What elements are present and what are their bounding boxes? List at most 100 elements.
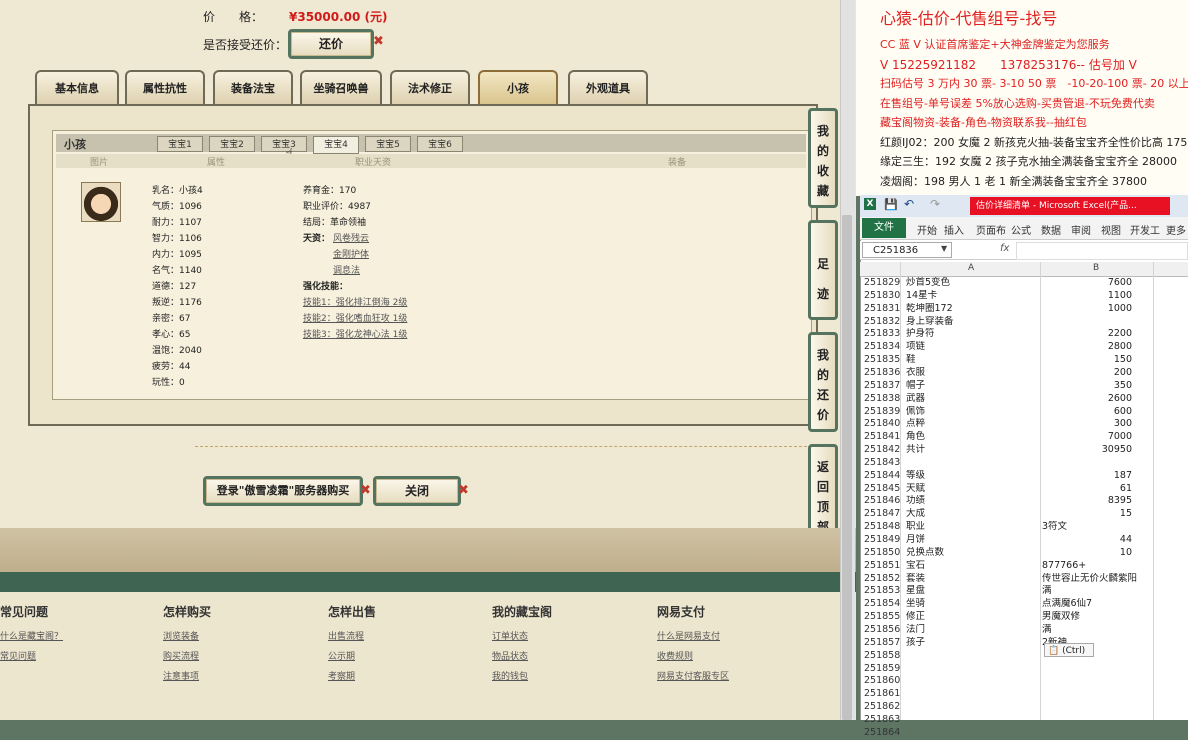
row-number[interactable]: 251850 bbox=[864, 547, 902, 560]
cell-a[interactable]: 孩子 bbox=[906, 637, 925, 650]
sheet-row[interactable]: 251859 bbox=[860, 663, 1188, 676]
cell-a[interactable]: 佩饰 bbox=[906, 406, 925, 419]
row-number[interactable]: 251841 bbox=[864, 431, 902, 444]
cell-b[interactable]: 61 bbox=[1040, 483, 1132, 496]
cell-b[interactable]: 300 bbox=[1040, 418, 1132, 431]
close-button[interactable]: 关闭 bbox=[373, 476, 461, 506]
formula-input[interactable] bbox=[1016, 242, 1188, 260]
cell-a[interactable]: 身上穿装备 bbox=[906, 316, 954, 329]
row-number[interactable]: 251836 bbox=[864, 367, 902, 380]
cell-a[interactable]: 等级 bbox=[906, 470, 925, 483]
row-number[interactable]: 251860 bbox=[864, 675, 902, 688]
sheet-row[interactable]: 251844 等级 187 bbox=[860, 470, 1188, 483]
sheet-row[interactable]: 251854 坐骑 点满魔6仙7 bbox=[860, 598, 1188, 611]
tab-baby-6[interactable]: 宝宝6 bbox=[417, 136, 463, 152]
footer-link[interactable]: 浏览装备 bbox=[163, 629, 199, 642]
row-number[interactable]: 251838 bbox=[864, 393, 902, 406]
footer-link[interactable]: 网易支付客服专区 bbox=[657, 669, 729, 682]
sheet-row[interactable]: 251860 bbox=[860, 675, 1188, 688]
tab-baby-1[interactable]: 宝宝1 bbox=[157, 136, 203, 152]
cell-b[interactable]: 1100 bbox=[1040, 290, 1132, 303]
cell-b[interactable]: 2800 bbox=[1040, 341, 1132, 354]
sheet-row[interactable]: 251851 宝石 877766+ bbox=[860, 560, 1188, 573]
row-number[interactable]: 251845 bbox=[864, 483, 902, 496]
cell-a[interactable]: 乾坤圈172 bbox=[906, 303, 953, 316]
cell-a[interactable]: 套装 bbox=[906, 573, 925, 586]
my-favorites-button[interactable]: 我的收藏 bbox=[808, 108, 838, 208]
sheet-row[interactable]: 251835 鞋 150 bbox=[860, 354, 1188, 367]
cell-a[interactable]: 项链 bbox=[906, 341, 925, 354]
cell-b[interactable]: 满 bbox=[1042, 585, 1052, 598]
cell-a[interactable]: 星盘 bbox=[906, 585, 925, 598]
cell-a[interactable]: 兑换点数 bbox=[906, 547, 944, 560]
tab-appearance[interactable]: 外观道具 bbox=[568, 70, 648, 104]
sheet-row[interactable]: 251858 bbox=[860, 650, 1188, 663]
cell-a[interactable]: 共计 bbox=[906, 444, 925, 457]
row-number[interactable]: 251834 bbox=[864, 341, 902, 354]
sheet-row[interactable]: 251864 bbox=[860, 727, 1188, 740]
tab-child[interactable]: 小孩 bbox=[478, 70, 558, 104]
sheet-row[interactable]: 251857孩子2新神 bbox=[860, 637, 1188, 650]
tab-spell-correction[interactable]: 法术修正 bbox=[390, 70, 470, 104]
chevron-down-icon[interactable]: ▼ bbox=[941, 244, 947, 253]
tab-equipment[interactable]: 装备法宝 bbox=[213, 70, 293, 104]
row-number[interactable]: 251832 bbox=[864, 316, 902, 329]
sheet-row[interactable]: 251846 功绩 8395 bbox=[860, 495, 1188, 508]
redo-icon[interactable]: ↷ bbox=[930, 197, 940, 211]
row-number[interactable]: 251844 bbox=[864, 470, 902, 483]
row-number[interactable]: 251862 bbox=[864, 701, 902, 714]
row-number[interactable]: 251858 bbox=[864, 650, 902, 663]
sheet-row[interactable]: 251839 佩饰 600 bbox=[860, 406, 1188, 419]
row-number[interactable]: 251855 bbox=[864, 611, 902, 624]
cell-b[interactable]: 10 bbox=[1040, 547, 1132, 560]
cell-a[interactable]: 角色 bbox=[906, 431, 925, 444]
tab-baby-4[interactable]: 宝宝4 bbox=[313, 136, 359, 154]
cell-b[interactable]: 8395 bbox=[1040, 495, 1132, 508]
row-number[interactable]: 251861 bbox=[864, 688, 902, 701]
sheet-row[interactable]: 251862 bbox=[860, 701, 1188, 714]
footer-link[interactable]: 什么是藏宝阁？ bbox=[0, 629, 63, 642]
row-number[interactable]: 251847 bbox=[864, 508, 902, 521]
fx-icon[interactable]: fx bbox=[1000, 243, 1009, 254]
ribbon-tab[interactable]: 公式 bbox=[1011, 222, 1031, 237]
sheet-row[interactable]: 251837 帽子 350 bbox=[860, 380, 1188, 393]
row-number[interactable]: 251853 bbox=[864, 585, 902, 598]
paste-options-button[interactable]: 📋 (Ctrl) bbox=[1044, 643, 1094, 657]
row-number[interactable]: 251829 bbox=[864, 277, 902, 290]
offer-button[interactable]: 还价 bbox=[288, 29, 374, 59]
footer-link[interactable]: 什么是网易支付 bbox=[657, 629, 720, 642]
row-number[interactable]: 251831 bbox=[864, 303, 902, 316]
row-number[interactable]: 251857 bbox=[864, 637, 902, 650]
footer-link[interactable]: 出售流程 bbox=[328, 629, 364, 642]
cell-b[interactable]: 7600 bbox=[1040, 277, 1132, 290]
sheet-row[interactable]: 251842 共计 30950 bbox=[860, 444, 1188, 457]
footprints-button[interactable]: 足迹 bbox=[808, 220, 838, 320]
cell-a[interactable]: 武器 bbox=[906, 393, 925, 406]
footer-link[interactable]: 收费规则 bbox=[657, 649, 693, 662]
cell-b[interactable]: 150 bbox=[1040, 354, 1132, 367]
footer-link[interactable]: 购买流程 bbox=[163, 649, 199, 662]
cell-b[interactable]: 2600 bbox=[1040, 393, 1132, 406]
footer-link[interactable]: 物品状态 bbox=[492, 649, 528, 662]
ribbon-tab[interactable]: 页面布 bbox=[976, 222, 1006, 237]
footer-link[interactable]: 订单状态 bbox=[492, 629, 528, 642]
sheet-row[interactable]: 251829 炒首5变色 7600 bbox=[860, 277, 1188, 290]
row-number[interactable]: 251854 bbox=[864, 598, 902, 611]
skill-link[interactable]: 技能2：强化嗜血狂攻 1级 bbox=[303, 311, 407, 324]
col-header-a[interactable]: A bbox=[968, 263, 974, 273]
save-icon[interactable]: 💾 bbox=[884, 198, 898, 211]
sheet-row[interactable]: 251830 14星卡 1100 bbox=[860, 290, 1188, 303]
sheet-row[interactable]: 251848 职业 3符文 bbox=[860, 521, 1188, 534]
cell-b[interactable]: 15 bbox=[1040, 508, 1132, 521]
cell-a[interactable]: 月饼 bbox=[906, 534, 925, 547]
cell-b[interactable]: 1000 bbox=[1040, 303, 1132, 316]
cell-a[interactable]: 点粹 bbox=[906, 418, 925, 431]
row-number[interactable]: 251839 bbox=[864, 406, 902, 419]
cell-b[interactable]: 满 bbox=[1042, 624, 1052, 637]
cell-a[interactable]: 修正 bbox=[906, 611, 925, 624]
cell-b[interactable]: 男魔双修 bbox=[1042, 611, 1080, 624]
footer-link[interactable]: 注意事项 bbox=[163, 669, 199, 682]
cell-b[interactable]: 30950 bbox=[1040, 444, 1132, 457]
talent-link[interactable]: 风卷残云 bbox=[333, 231, 369, 244]
sheet-row[interactable]: 251840 点粹 300 bbox=[860, 418, 1188, 431]
